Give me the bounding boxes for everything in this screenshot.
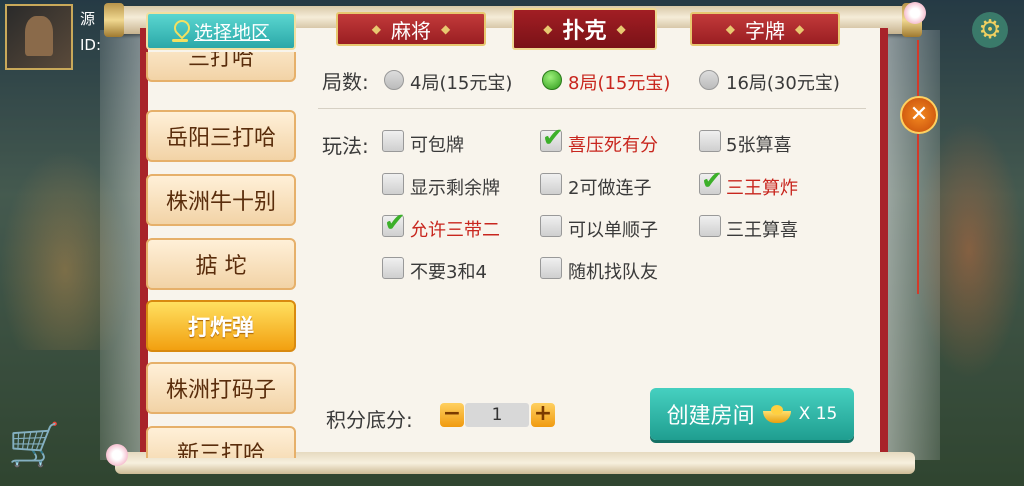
rule-label: 2可做连子 xyxy=(568,178,652,199)
region-select-button[interactable]: 选择地区 xyxy=(146,12,296,50)
create-room-button[interactable]: 创建房间 X 15 xyxy=(650,388,854,440)
category-item[interactable]: 株洲牛十别 xyxy=(146,174,296,226)
divider xyxy=(318,108,866,109)
rule-label: 允许三带二 xyxy=(410,220,500,241)
category-item-active[interactable]: 打炸弹 xyxy=(146,300,296,352)
rule-label: 三王算喜 xyxy=(726,220,798,241)
location-pin-icon xyxy=(171,20,188,42)
tab-label: 扑克 xyxy=(562,19,607,44)
rule-label: 三王算炸 xyxy=(726,178,798,199)
category-item[interactable]: 株洲打码子 xyxy=(146,362,296,414)
checkbox-rule[interactable] xyxy=(382,173,404,195)
rod-cap-left xyxy=(104,3,124,37)
category-item[interactable]: 掂 坨 xyxy=(146,238,296,290)
ingot-icon xyxy=(762,405,791,423)
check-icon: ✔ xyxy=(384,208,406,238)
tassel-decoration xyxy=(917,134,919,294)
rule-label: 随机找队友 xyxy=(568,262,658,283)
create-room-label: 创建房间 xyxy=(666,404,755,429)
rounds-option-label: 16局(30元宝) xyxy=(726,73,840,94)
gear-icon[interactable]: ⚙ xyxy=(972,12,1008,48)
check-icon: ✔ xyxy=(701,166,723,196)
right-curtain xyxy=(880,30,940,460)
avatar[interactable] xyxy=(5,4,73,70)
checkbox-rule[interactable] xyxy=(382,257,404,279)
category-item[interactable]: 三打哈 xyxy=(146,52,296,82)
score-decrease-button[interactable]: − xyxy=(440,403,464,427)
checkbox-rule[interactable] xyxy=(540,173,562,195)
rule-label: 可以单顺子 xyxy=(568,220,658,241)
checkbox-rule[interactable]: ✔ xyxy=(382,210,406,237)
category-item[interactable]: 岳阳三打哈 xyxy=(146,110,296,162)
tab-label: 字牌 xyxy=(745,18,785,43)
checkbox-rule[interactable] xyxy=(699,215,721,237)
cart-icon[interactable]: 🛒 xyxy=(8,420,68,470)
checkbox-rule[interactable]: ✔ xyxy=(699,168,723,195)
blossom-icon xyxy=(106,444,128,466)
checkbox-rule[interactable] xyxy=(540,215,562,237)
checkbox-rule[interactable] xyxy=(699,130,721,152)
rule-label: 不要3和4 xyxy=(410,262,487,283)
radio-rounds-8[interactable] xyxy=(542,70,562,90)
close-icon[interactable]: ✕ xyxy=(900,96,938,134)
blossom-icon xyxy=(904,2,926,24)
game-category-list[interactable]: 三打哈 岳阳三打哈 株洲牛十别 掂 坨 打炸弹 株洲打码子 新三打哈 xyxy=(140,52,305,458)
rule-label: 可包牌 xyxy=(410,135,464,156)
radio-rounds-4[interactable] xyxy=(384,70,404,90)
score-value: 1 xyxy=(465,403,529,427)
checkbox-rule[interactable] xyxy=(382,130,404,152)
checkbox-rule[interactable] xyxy=(540,257,562,279)
score-increase-button[interactable]: + xyxy=(531,403,555,427)
rule-label: 喜压死有分 xyxy=(568,135,658,156)
tassel-decoration xyxy=(917,40,919,96)
player-name: 源 xyxy=(80,10,96,28)
checkbox-rule[interactable]: ✔ xyxy=(540,125,564,152)
rules-label: 玩法: xyxy=(322,134,369,158)
rounds-label: 局数: xyxy=(322,70,369,94)
tab-label: 麻将 xyxy=(391,18,431,43)
radio-rounds-16[interactable] xyxy=(699,70,719,90)
rule-label: 5张算喜 xyxy=(726,135,792,156)
check-icon: ✔ xyxy=(542,123,564,153)
rounds-option-label: 8局(15元宝) xyxy=(568,73,671,94)
tab-mahjong[interactable]: ◆ 麻将 ◆ xyxy=(336,12,486,46)
rule-label: 显示剩余牌 xyxy=(410,178,500,199)
tab-zipai[interactable]: ◆ 字牌 ◆ xyxy=(690,12,840,46)
base-score-label: 积分底分: xyxy=(326,408,413,432)
rounds-option-label: 4局(15元宝) xyxy=(410,73,513,94)
category-item[interactable]: 新三打哈 xyxy=(146,426,296,458)
tab-poker[interactable]: ◆ 扑克 ◆ xyxy=(512,8,657,50)
create-room-cost: X 15 xyxy=(798,404,838,424)
player-id: ID: xyxy=(80,36,102,54)
region-label: 选择地区 xyxy=(193,21,270,44)
